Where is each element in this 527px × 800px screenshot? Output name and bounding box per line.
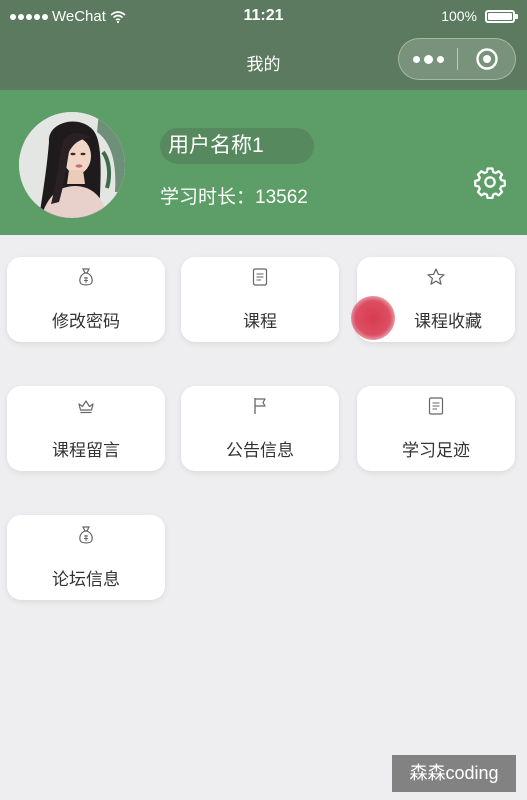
flag-icon [181,394,339,418]
settings-gear-icon[interactable] [470,162,510,202]
watermark: 森森coding [392,755,516,792]
document-icon [181,265,339,289]
document-icon [357,394,515,418]
study-time: 学习时长：13562 [160,187,308,208]
menu-item-course-comments[interactable]: 课程留言 [7,386,165,471]
avatar[interactable] [19,112,125,218]
more-menu-icon[interactable] [399,39,457,79]
status-battery: 100% [441,8,518,24]
mini-program-capsule [398,38,516,80]
menu-item-label: 课程留言 [52,441,120,460]
touch-indicator [351,296,395,340]
battery-percent: 100% [441,8,477,24]
status-bar: WeChat 11:21 100% [0,0,527,34]
username: 用户名称1 [160,128,314,164]
menu-item-label: 学习足迹 [402,441,470,460]
menu-item-forum[interactable]: 论坛信息 [7,515,165,600]
profile-header: 用户名称1 学习时长：13562 [0,90,527,235]
top-bar: WeChat 11:21 100% 我的 [0,0,527,90]
battery-icon [485,9,518,23]
crown-icon [7,394,165,418]
menu-item-study-history[interactable]: 学习足迹 [357,386,515,471]
menu-item-label: 论坛信息 [52,570,120,589]
menu-item-courses[interactable]: 课程 [181,257,339,342]
menu-item-change-password[interactable]: 修改密码 [7,257,165,342]
menu-item-label: 公告信息 [226,441,294,460]
money-bag-icon [7,265,165,289]
menu-item-announcements[interactable]: 公告信息 [181,386,339,471]
star-icon [357,265,515,289]
menu-item-label: 课程 [243,312,277,331]
money-bag-icon [7,523,165,547]
close-target-icon[interactable] [458,39,515,79]
menu-item-label: 修改密码 [52,312,120,331]
battery-fill [488,12,512,20]
